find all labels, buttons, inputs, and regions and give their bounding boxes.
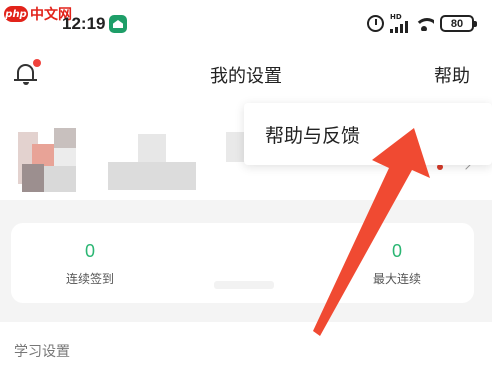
signal-hd-icon: HD [390, 14, 408, 33]
alarm-icon [367, 15, 384, 32]
stat-checkin-label: 连续签到 [65, 272, 114, 286]
help-dropdown-menu: 帮助与反馈 [244, 103, 492, 165]
help-button[interactable]: 帮助 [434, 62, 470, 88]
network-label: HD [390, 13, 402, 21]
wifi-icon [414, 16, 434, 31]
study-settings-section[interactable]: 学习设置 [0, 322, 492, 375]
status-bar: php 中文网 12:19 HD 80 [0, 0, 492, 46]
home-app-icon [109, 15, 127, 33]
menu-item-help-feedback[interactable]: 帮助与反馈 [265, 121, 360, 148]
app-header: 我的设置 帮助 [0, 46, 492, 104]
section-title: 学习设置 [14, 344, 70, 360]
stat-middle-blurred [214, 281, 274, 289]
avatar[interactable] [18, 126, 80, 192]
stat-max-value: 0 [391, 241, 402, 261]
battery-level: 80 [450, 17, 464, 30]
status-time: 12:19 [62, 14, 106, 33]
username-blurred [108, 134, 196, 190]
stats-card: 0 连续签到 0 最大连续 [11, 223, 474, 303]
signal-bars-icon [390, 21, 408, 33]
page-title: 我的设置 [210, 66, 282, 87]
battery-icon: 80 [440, 15, 477, 32]
watermark-logo: php [4, 6, 28, 22]
stat-max-label: 最大连续 [372, 272, 421, 286]
stat-max[interactable]: 0 最大连续 [332, 241, 462, 287]
stat-checkin-value: 0 [84, 241, 95, 261]
stat-checkin[interactable]: 0 连续签到 [25, 241, 155, 287]
status-icons: HD 80 [367, 14, 477, 33]
